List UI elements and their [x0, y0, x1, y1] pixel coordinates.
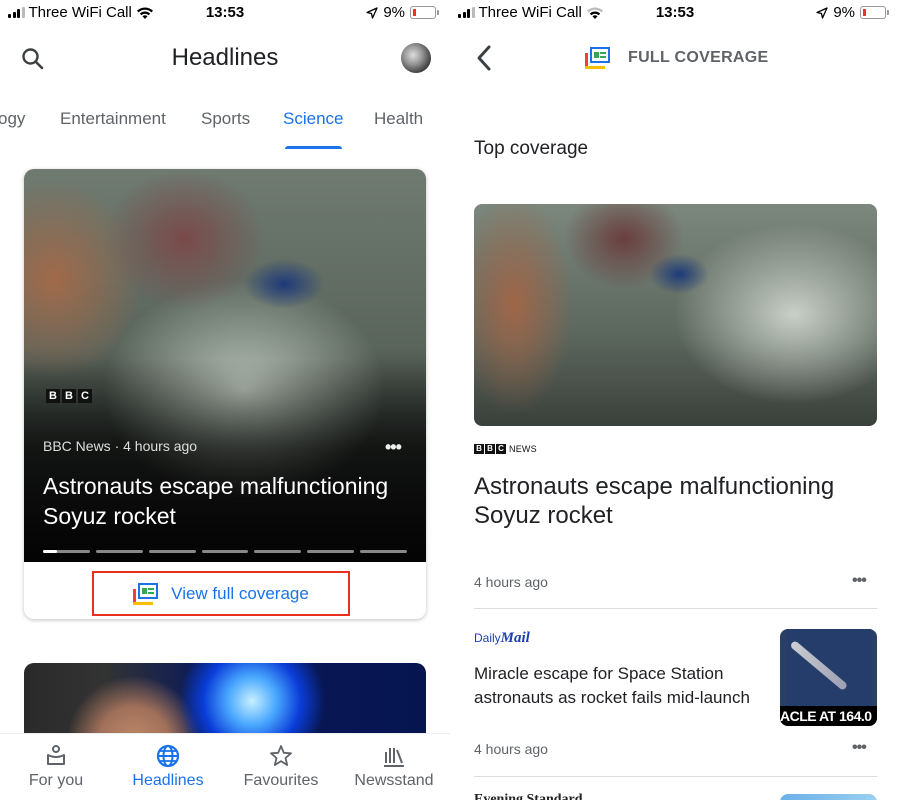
daily-mail-logo: DailyMail: [474, 630, 530, 646]
page-title: Headlines: [171, 44, 279, 71]
full-coverage-header: FULL COVERAGE: [450, 34, 900, 82]
search-icon[interactable]: [20, 46, 46, 72]
newsstand-icon: [384, 748, 404, 767]
battery-percent: 9%: [383, 4, 405, 21]
carousel-dot[interactable]: [43, 550, 90, 553]
carousel-indicator: [43, 550, 408, 553]
more-options-icon[interactable]: •••: [852, 739, 867, 757]
story-headline[interactable]: Miracle escape for Space Station astrona…: [474, 662, 754, 710]
page-title: FULL COVERAGE: [628, 49, 769, 66]
back-arrow-icon[interactable]: [474, 44, 494, 72]
story-headline[interactable]: Astronauts escape malfunctioning Soyuz r…: [43, 471, 403, 531]
person-icon: [47, 745, 65, 765]
divider: [474, 776, 877, 777]
tab-health[interactable]: Health: [374, 109, 423, 129]
full-coverage-screen: Three WiFi Call 13:53 9% FULL COVERAGE T…: [450, 0, 900, 800]
star-icon: [270, 745, 292, 766]
location-arrow-icon: [816, 6, 828, 19]
avatar[interactable]: [401, 43, 431, 73]
view-full-coverage-button[interactable]: View full coverage: [92, 571, 350, 616]
carousel-dot[interactable]: [254, 550, 302, 553]
tab-sports[interactable]: Sports: [201, 109, 250, 129]
bottom-navigation: For you Headlines Favourites Newsstand: [0, 733, 450, 800]
top-story-time: 4 hours ago: [474, 574, 548, 590]
story-thumbnail[interactable]: ACLE AT 164.0: [780, 629, 877, 726]
location-arrow-icon: [366, 6, 378, 19]
story-card[interactable]: B B C BBC News · 4 hours ago ••• Astrona…: [24, 169, 426, 619]
bbc-logo: B B C: [46, 389, 92, 403]
battery-percent: 9%: [833, 4, 855, 21]
category-tabs: ogy Entertainment Sports Science Health: [0, 100, 450, 150]
story-source-time: BBC News · 4 hours ago: [43, 438, 198, 454]
story-time: 4 hours ago: [474, 741, 548, 757]
nav-for-you[interactable]: For you: [0, 734, 112, 800]
status-bar: Three WiFi Call 13:53 9%: [0, 0, 450, 26]
top-story-image[interactable]: [474, 204, 877, 426]
divider: [474, 608, 877, 609]
globe-icon: [156, 744, 180, 768]
more-options-icon[interactable]: •••: [385, 437, 402, 458]
evening-standard-logo: Evening Standard: [474, 792, 583, 800]
carrier-name: Three WiFi Call: [478, 4, 582, 21]
section-title: Top coverage: [474, 138, 589, 159]
carrier-info: Three WiFi Call: [8, 4, 154, 21]
carousel-dot[interactable]: [307, 550, 355, 553]
wifi-icon: [586, 6, 603, 19]
active-tab-indicator: [285, 146, 342, 149]
carousel-dot[interactable]: [201, 550, 249, 553]
signal-icon: [458, 7, 475, 18]
tab-technology[interactable]: ogy: [0, 109, 25, 129]
status-right: 9%: [366, 4, 439, 21]
carousel-dot[interactable]: [148, 550, 196, 553]
carousel-dot[interactable]: [95, 550, 143, 553]
status-bar: Three WiFi Call 13:53 9%: [450, 0, 900, 26]
tab-science[interactable]: Science: [283, 109, 343, 129]
tab-entertainment[interactable]: Entertainment: [60, 109, 166, 129]
carousel-dot[interactable]: [360, 550, 408, 553]
nav-newsstand[interactable]: Newsstand: [338, 734, 450, 800]
wifi-icon: [136, 6, 153, 19]
view-full-coverage-label: View full coverage: [171, 583, 309, 603]
top-story-headline[interactable]: Astronauts escape malfunctioning Soyuz r…: [474, 472, 874, 530]
battery-icon: [860, 6, 889, 19]
status-right: 9%: [816, 4, 889, 21]
nav-favourites[interactable]: Favourites: [225, 734, 337, 800]
headlines-screen: Three WiFi Call 13:53 9% Headlines ogy E…: [0, 0, 450, 800]
signal-icon: [8, 7, 25, 18]
full-coverage-icon: [133, 582, 159, 605]
app-header: Headlines: [0, 34, 450, 82]
nav-headlines[interactable]: Headlines: [112, 734, 224, 800]
story-thumbnail[interactable]: [780, 794, 877, 800]
battery-icon: [410, 6, 439, 19]
carrier-name: Three WiFi Call: [28, 4, 132, 21]
more-options-icon[interactable]: •••: [852, 572, 867, 590]
bbc-news-logo: B B C NEWS: [474, 444, 537, 454]
carrier-info: Three WiFi Call: [458, 4, 604, 21]
thumbnail-caption: ACLE AT 164.0: [780, 706, 877, 726]
full-coverage-icon: [585, 47, 611, 69]
